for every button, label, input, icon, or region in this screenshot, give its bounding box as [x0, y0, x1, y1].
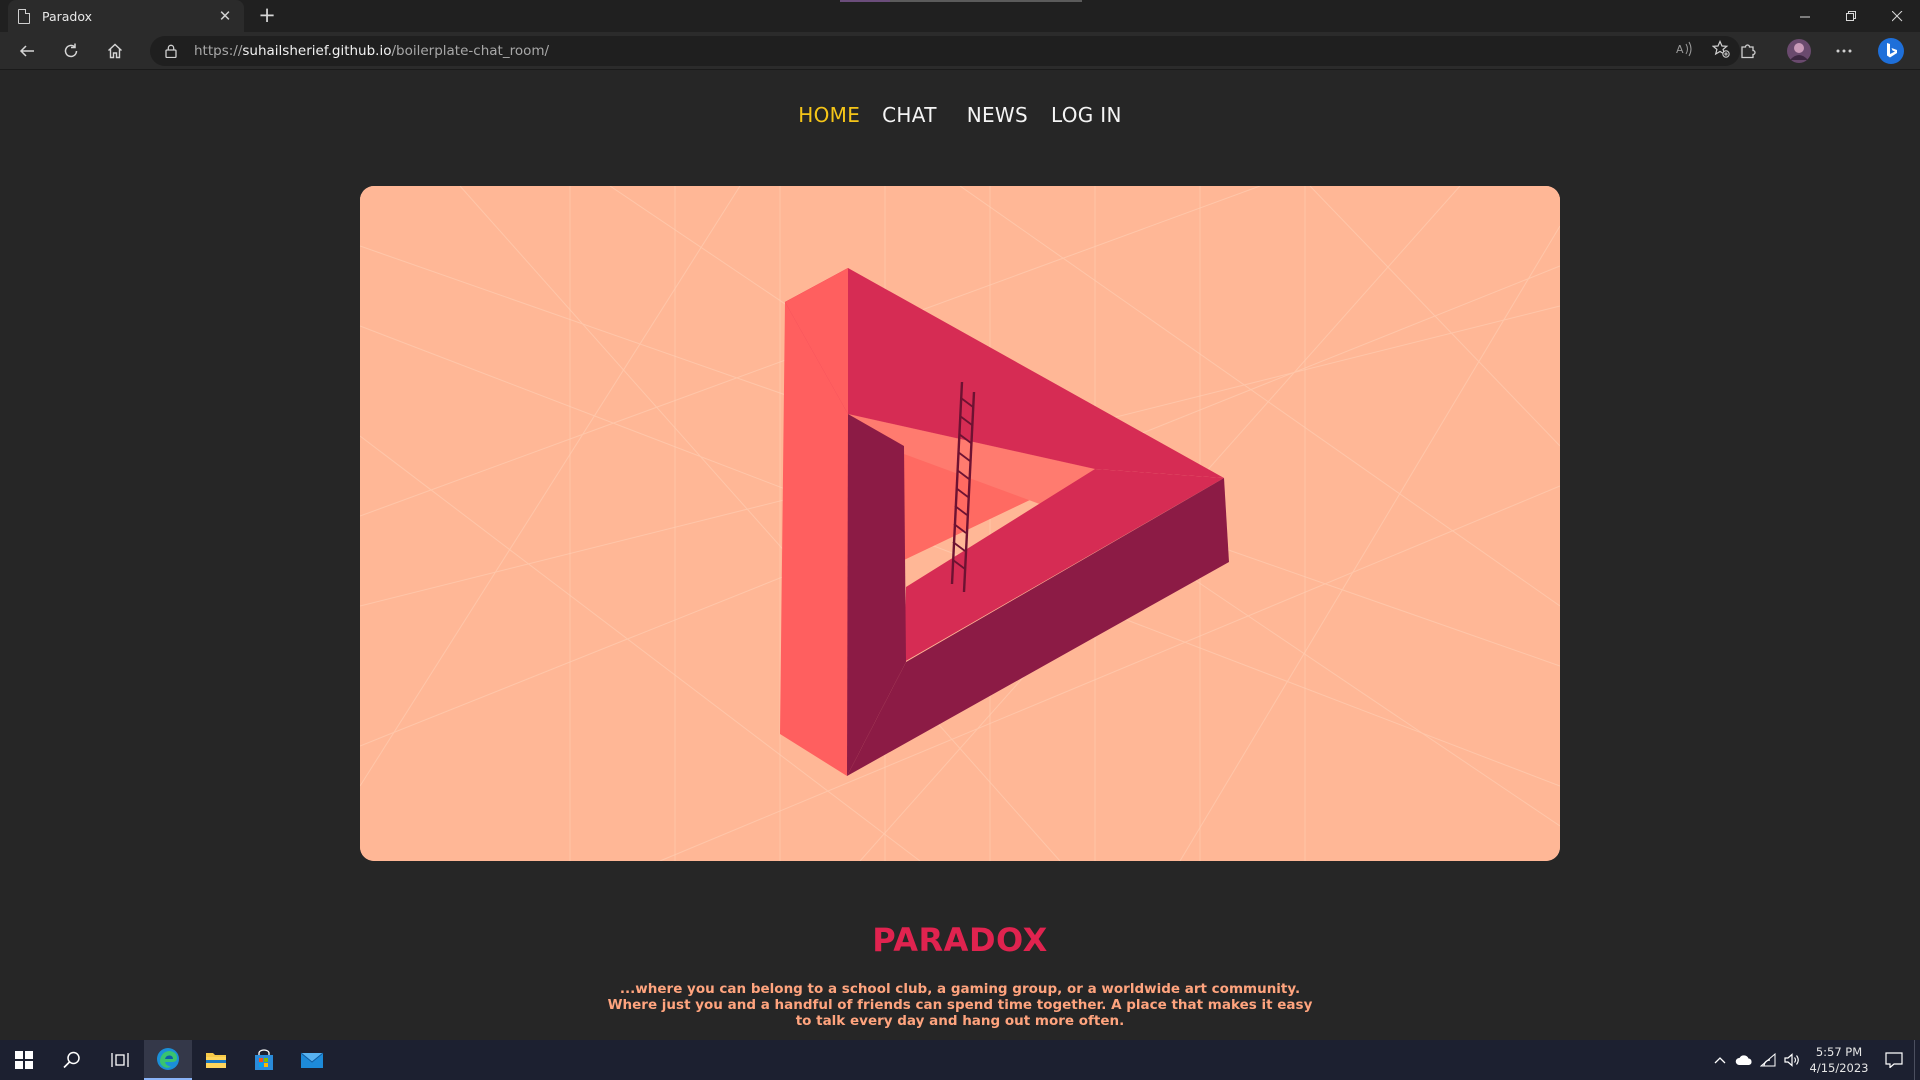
nav-home-link[interactable]: HOME: [798, 103, 860, 127]
notification-icon: [1885, 1052, 1903, 1068]
impossible-triangle-illustration: [360, 186, 1560, 861]
close-tab-icon[interactable]: ✕: [216, 7, 234, 25]
edge-taskbar-button[interactable]: [144, 1040, 192, 1080]
puzzle-icon: [1741, 44, 1756, 59]
avatar: [1787, 39, 1811, 63]
start-button[interactable]: [0, 1040, 48, 1080]
taskbar: 5:57 PM 4/15/2023: [0, 1040, 1920, 1080]
clock-date: 4/15/2023: [1809, 1061, 1869, 1075]
add-favorite-icon[interactable]: [1712, 40, 1730, 58]
close-icon: [1891, 10, 1902, 21]
clock-time: 5:57 PM: [1815, 1045, 1863, 1059]
mail-icon: [300, 1052, 324, 1068]
restore-icon: [1845, 10, 1856, 21]
read-aloud-icon[interactable]: A: [1676, 41, 1694, 57]
browser-tab[interactable]: Paradox ✕: [8, 0, 244, 32]
url-text[interactable]: https://suhailsherief.github.io/boilerpl…: [194, 43, 549, 59]
nav-news-link[interactable]: NEWS: [967, 103, 1028, 127]
new-tab-button[interactable]: +: [254, 3, 280, 29]
speaker-icon: [1784, 1053, 1799, 1067]
tagline-line: to talk every day and hang out more ofte…: [795, 1013, 1125, 1029]
network-button[interactable]: [1756, 1040, 1780, 1080]
minimize-button[interactable]: [1782, 0, 1828, 32]
back-button[interactable]: [12, 37, 42, 65]
browser-toolbar: https://suhailsherief.github.io/boilerpl…: [0, 32, 1920, 70]
restore-button[interactable]: [1828, 0, 1874, 32]
tagline-line: ...where you can belong to a school club…: [619, 981, 1301, 997]
svg-text:A: A: [1676, 43, 1684, 56]
folder-icon: [206, 1053, 226, 1068]
url-host: suhailsherief.github.io: [242, 43, 392, 59]
show-desktop-button[interactable]: [1914, 1040, 1920, 1080]
taskbar-clock[interactable]: 5:57 PM 4/15/2023: [1804, 1044, 1874, 1076]
settings-menu-button[interactable]: [1830, 37, 1858, 65]
lock-icon[interactable]: [164, 44, 178, 58]
browser-titlebar: Paradox ✕ +: [0, 0, 1920, 32]
url-path: /boilerplate-chat_room/: [391, 43, 550, 59]
tagline-line: Where just you and a handful of friends …: [607, 997, 1313, 1013]
onedrive-button[interactable]: [1732, 1040, 1756, 1080]
address-bar[interactable]: https://suhailsherief.github.io/boilerpl…: [150, 36, 1740, 66]
bing-icon: [1878, 38, 1904, 64]
windows-icon: [15, 1051, 33, 1069]
more-options-icon: [1836, 49, 1852, 53]
profile-button[interactable]: [1784, 37, 1814, 65]
back-arrow-icon: [19, 45, 34, 57]
bing-button[interactable]: [1876, 37, 1906, 65]
minimize-icon: [1799, 16, 1810, 17]
refresh-button[interactable]: [56, 37, 86, 65]
volume-button[interactable]: [1780, 1040, 1804, 1080]
task-view-icon: [111, 1053, 129, 1067]
url-prefix: https://: [194, 43, 243, 59]
cloud-icon: [1735, 1055, 1752, 1065]
nav-chat-link[interactable]: CHAT: [882, 103, 937, 127]
show-hidden-icons-button[interactable]: [1708, 1040, 1732, 1080]
tagline: ...where you can belong to a school club…: [0, 981, 1920, 1029]
store-icon: [255, 1049, 273, 1070]
page-title: PARADOX: [872, 921, 1048, 959]
nav-login-link[interactable]: LOG IN: [1051, 103, 1122, 127]
search-icon: [63, 1051, 80, 1069]
site-navigation: HOME CHAT NEWS LOG IN: [0, 103, 1920, 127]
chevron-up-icon: [1714, 1057, 1726, 1064]
home-icon: [108, 43, 122, 59]
mail-button[interactable]: [288, 1040, 336, 1080]
loading-indicator: [840, 0, 1082, 2]
tab-title: Paradox: [42, 8, 93, 24]
hero-illustration: [360, 186, 1560, 861]
system-tray: 5:57 PM 4/15/2023: [1708, 1040, 1920, 1080]
page-icon: [18, 8, 30, 24]
window-controls: [1782, 0, 1920, 32]
taskbar-search-button[interactable]: [48, 1040, 96, 1080]
extensions-button[interactable]: [1736, 37, 1760, 65]
page-content: HOME CHAT NEWS LOG IN PARADOX ...where y…: [0, 71, 1920, 1040]
home-button[interactable]: [100, 37, 130, 65]
store-button[interactable]: [240, 1040, 288, 1080]
file-explorer-button[interactable]: [192, 1040, 240, 1080]
action-center-button[interactable]: [1874, 1040, 1914, 1080]
refresh-icon: [64, 43, 78, 58]
wifi-icon: [1760, 1053, 1776, 1067]
close-window-button[interactable]: [1874, 0, 1920, 32]
edge-icon: [157, 1048, 179, 1070]
task-view-button[interactable]: [96, 1040, 144, 1080]
